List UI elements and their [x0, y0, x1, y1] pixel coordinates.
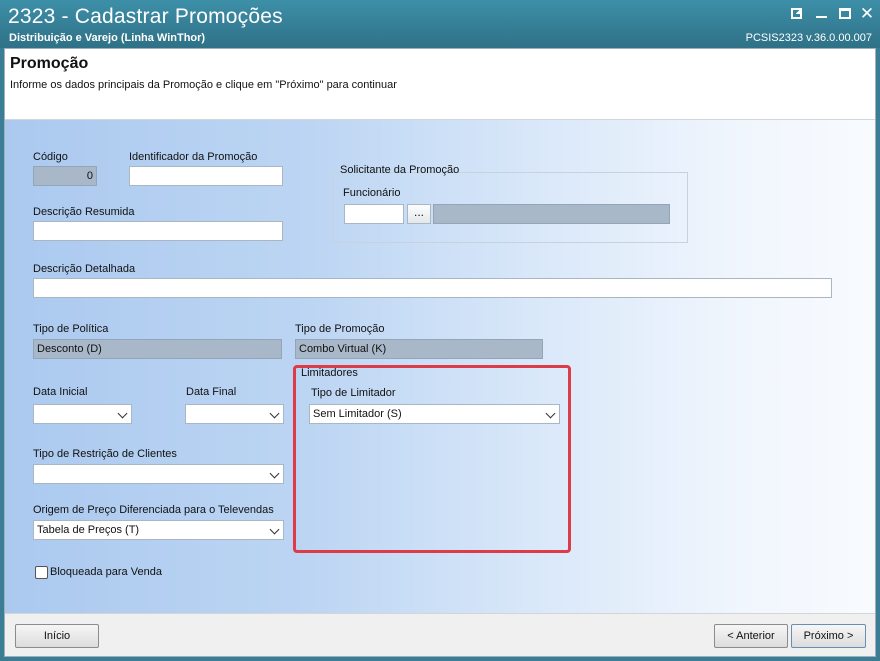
- version-label: PCSIS2323 v.36.0.00.007: [745, 32, 872, 44]
- page-instructions: Informe os dados principais da Promoção …: [10, 79, 397, 91]
- chevron-down-icon: [269, 408, 280, 419]
- descricao-resumida-label: Descrição Resumida: [33, 206, 135, 218]
- chevron-down-icon: [117, 408, 128, 419]
- chevron-down-icon: [269, 524, 280, 535]
- origem-preco-value: Tabela de Preços (T): [37, 524, 140, 536]
- close-button[interactable]: ✕: [856, 4, 878, 24]
- maximize-button[interactable]: [834, 4, 856, 24]
- tipo-restricao-select[interactable]: [33, 464, 284, 484]
- form-panel: Código 0 Identificador da Promoção Descr…: [5, 120, 875, 613]
- codigo-field: 0: [33, 166, 97, 186]
- proximo-button[interactable]: Próximo >: [791, 624, 866, 648]
- window-title: 2323 - Cadastrar Promoções: [8, 5, 283, 28]
- origem-preco-select[interactable]: Tabela de Preços (T): [33, 520, 284, 540]
- anterior-button[interactable]: < Anterior: [714, 624, 788, 648]
- descricao-resumida-input[interactable]: [33, 221, 283, 241]
- chevron-down-icon: [269, 468, 280, 479]
- title-bar: 2323 - Cadastrar Promoções Distribuição …: [0, 0, 880, 48]
- origem-preco-label: Origem de Preço Diferenciada para o Tele…: [33, 504, 274, 516]
- window-subtitle: Distribuição e Varejo (Linha WinThor): [9, 32, 206, 44]
- restore-window-icon[interactable]: [785, 4, 807, 24]
- funcionario-code-input[interactable]: [344, 204, 404, 224]
- data-inicial-label: Data Inicial: [33, 386, 88, 398]
- bloqueada-label: Bloqueada para Venda: [50, 566, 162, 578]
- page-title: Promoção: [10, 55, 89, 72]
- application-window: 2323 - Cadastrar Promoções Distribuição …: [0, 0, 880, 661]
- tipo-promocao-label: Tipo de Promoção: [295, 323, 385, 335]
- wizard-header: Promoção Informe os dados principais da …: [5, 49, 875, 120]
- tipo-politica-field: Desconto (D): [33, 339, 282, 359]
- tipo-restricao-label: Tipo de Restrição de Clientes: [33, 448, 177, 460]
- highlight-box: [293, 365, 571, 553]
- bloqueada-checkbox[interactable]: [35, 566, 48, 579]
- data-inicial-picker[interactable]: [33, 404, 132, 424]
- funcionario-name-field: [433, 204, 670, 224]
- descricao-detalhada-input[interactable]: [33, 278, 832, 298]
- data-final-label: Data Final: [186, 386, 237, 398]
- identificador-label: Identificador da Promoção: [129, 151, 258, 163]
- minimize-button[interactable]: [810, 4, 832, 24]
- wizard-footer: Início < Anterior Próximo >: [5, 613, 875, 656]
- tipo-politica-label: Tipo de Política: [33, 323, 109, 335]
- tipo-promocao-field: Combo Virtual (K): [295, 339, 543, 359]
- inicio-button[interactable]: Início: [15, 624, 99, 648]
- solicitante-group-label: Solicitante da Promoção: [340, 164, 460, 176]
- descricao-detalhada-label: Descrição Detalhada: [33, 263, 136, 275]
- data-final-picker[interactable]: [185, 404, 284, 424]
- identificador-input[interactable]: [129, 166, 283, 186]
- funcionario-label: Funcionário: [343, 187, 401, 199]
- wizard-client-area: Promoção Informe os dados principais da …: [4, 48, 876, 657]
- codigo-label: Código: [33, 151, 68, 163]
- funcionario-lookup-button[interactable]: ...: [407, 204, 431, 224]
